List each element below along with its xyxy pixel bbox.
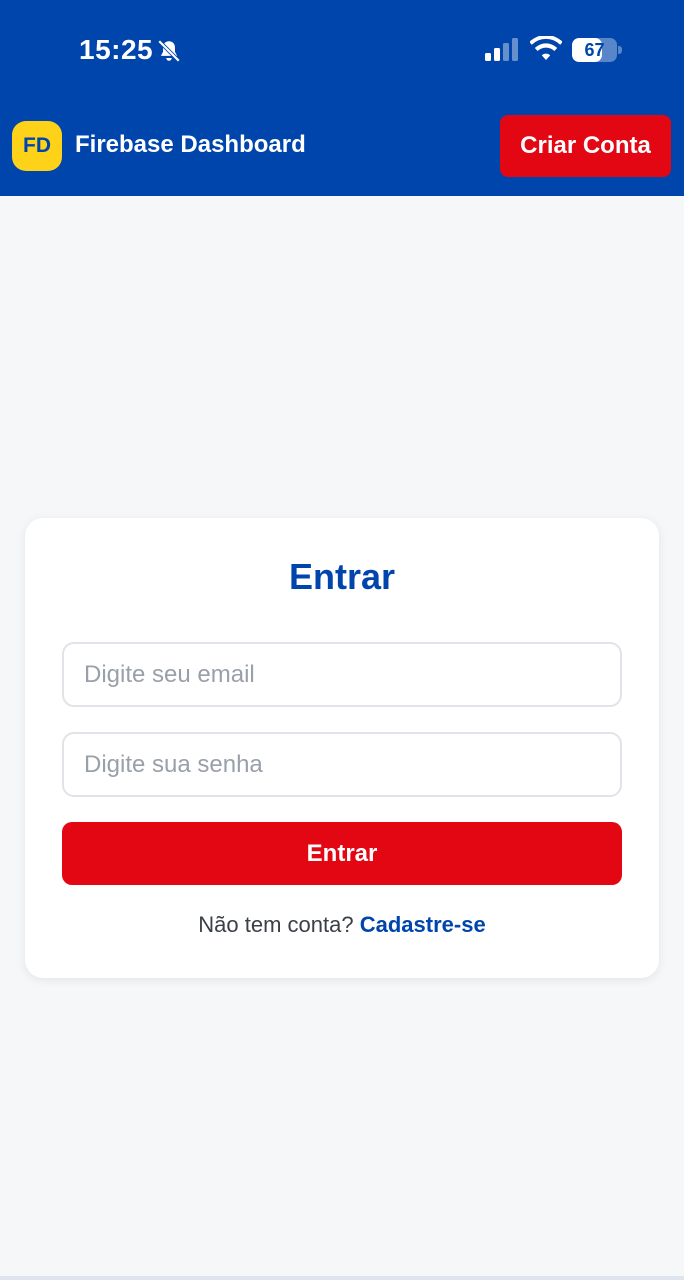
app-title: Firebase Dashboard [75, 131, 306, 158]
app-header: 15:25 67 FD Firebase Dashboard Criar Con… [0, 0, 684, 196]
email-input[interactable] [62, 642, 622, 707]
signup-prompt: Não tem conta? Cadastre-se [25, 912, 659, 938]
no-account-text: Não tem conta? [198, 912, 360, 937]
create-account-button[interactable]: Criar Conta [500, 115, 671, 177]
login-card: Entrar Entrar Não tem conta? Cadastre-se [25, 518, 659, 978]
register-link[interactable]: Cadastre-se [360, 912, 486, 937]
battery-level: 67 [584, 40, 605, 60]
bottom-edge [0, 1276, 684, 1280]
login-title: Entrar [288, 556, 396, 597]
battery-tip [618, 46, 622, 54]
bell-slash-icon [157, 39, 181, 63]
battery-icon: 67 [572, 38, 617, 62]
status-bar: 15:25 67 [0, 0, 684, 100]
wifi-icon [530, 36, 562, 60]
app-logo: FD [12, 121, 62, 171]
login-submit-button[interactable]: Entrar [62, 822, 622, 885]
status-time: 15:25 [79, 34, 154, 65]
cellular-signal-icon [485, 38, 518, 61]
password-input[interactable] [62, 732, 622, 797]
